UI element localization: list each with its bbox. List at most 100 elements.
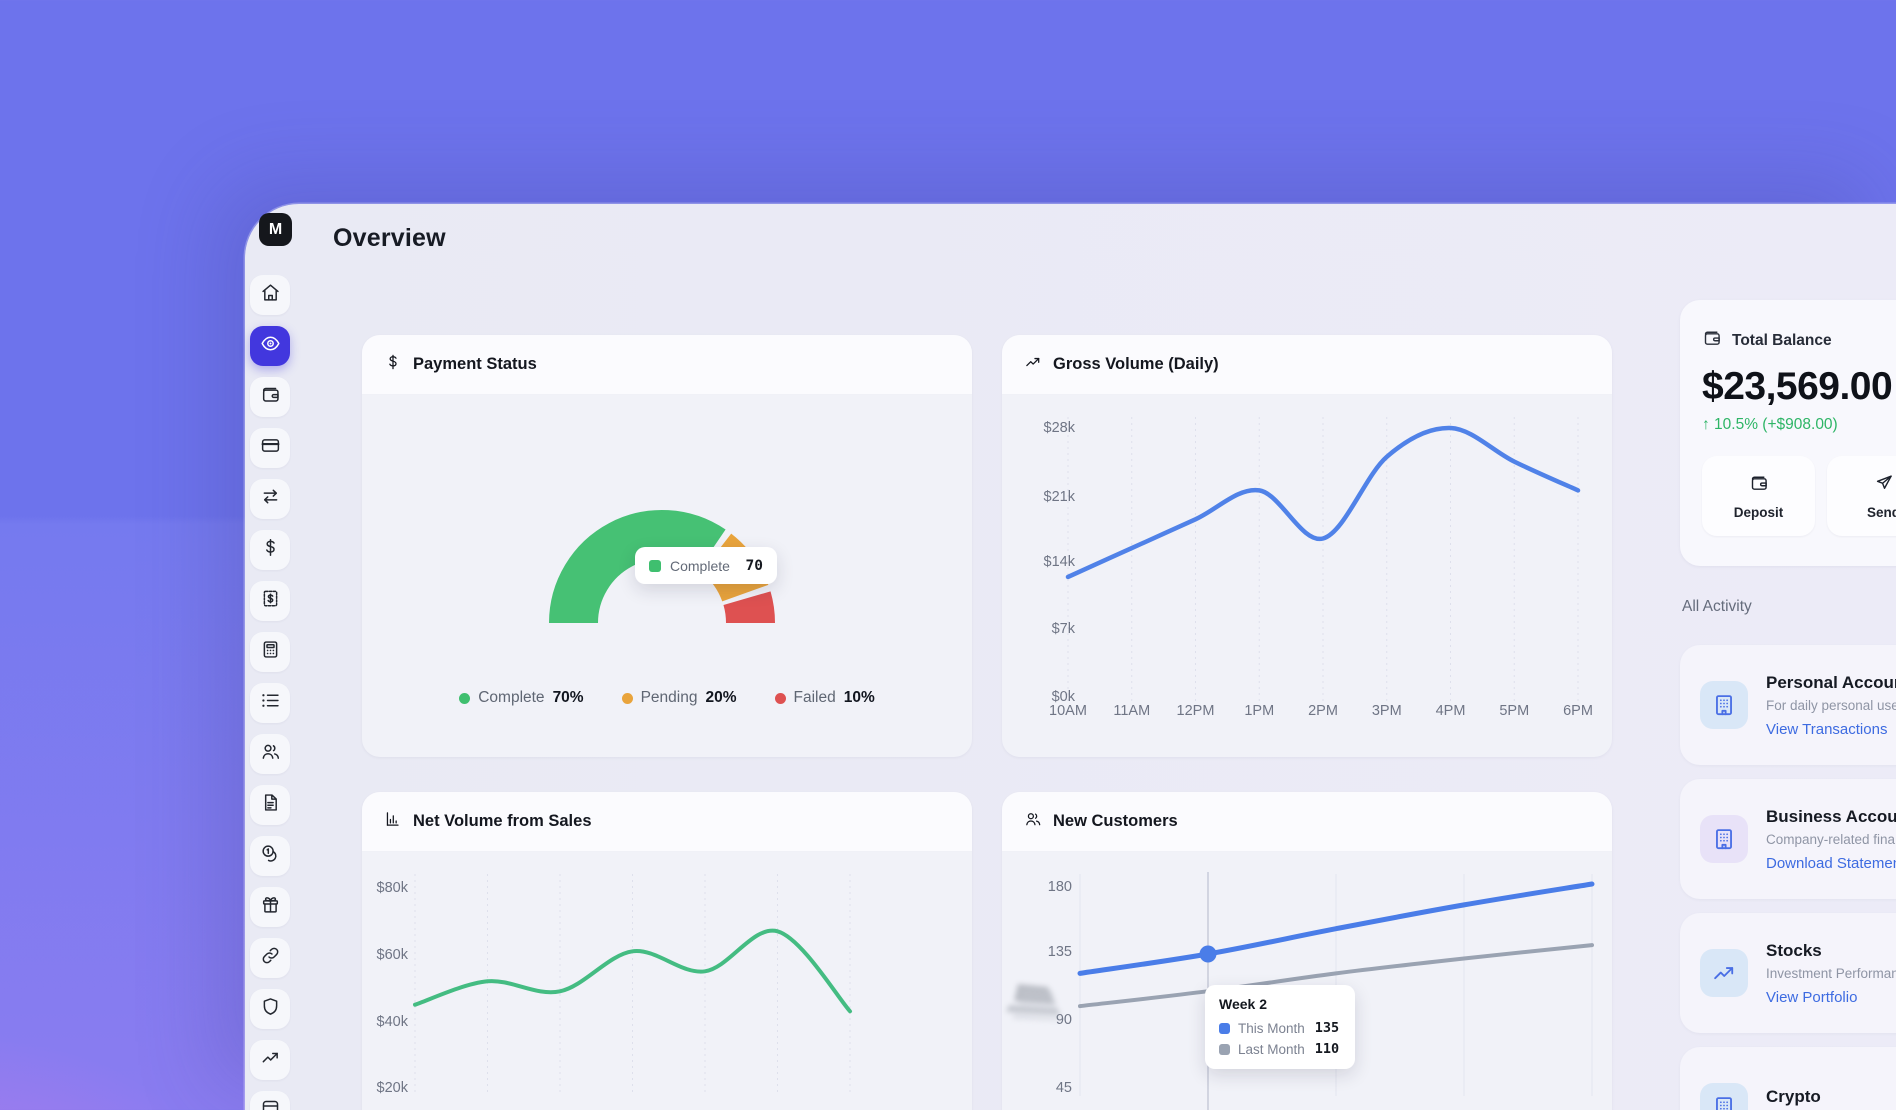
activity-title: Stocks xyxy=(1766,941,1896,961)
list-icon xyxy=(260,690,281,716)
calculator-icon xyxy=(260,639,281,665)
sidebar-item-document[interactable] xyxy=(250,785,290,825)
activity-card-personal-account[interactable]: Personal AccountFor daily personal useVi… xyxy=(1680,645,1896,765)
gauge-tooltip: Complete 70 xyxy=(635,547,777,584)
sidebar-item-eye[interactable] xyxy=(250,326,290,366)
legend-value: 70% xyxy=(553,689,584,707)
activity-link-stocks[interactable]: View Portfolio xyxy=(1766,989,1896,1006)
dashboard-panel: Overview Payment Status Complete 70 Comp… xyxy=(245,204,1896,1110)
sidebar-item-invoice[interactable] xyxy=(250,581,290,621)
activity-card-stocks[interactable]: Stocks Investment Performance View Portfol… xyxy=(1680,913,1896,1033)
new-customers-chart[interactable]: 1801359045 xyxy=(1002,852,1612,1110)
sidebar-item-list[interactable] xyxy=(250,683,290,723)
svg-text:45: 45 xyxy=(1056,1080,1072,1096)
tooltip-swatch xyxy=(649,560,661,572)
activity-link-business-account[interactable]: Download Statement xyxy=(1766,855,1896,872)
sidebar-item-coins[interactable] xyxy=(250,836,290,876)
app-logo: M xyxy=(259,213,292,246)
legend-label: Pending xyxy=(641,689,698,707)
svg-text:$60k: $60k xyxy=(377,947,409,963)
legend-dot xyxy=(775,693,786,704)
svg-text:10AM: 10AM xyxy=(1049,703,1087,719)
sidebar-item-home[interactable] xyxy=(250,275,290,315)
card-title: Payment Status xyxy=(413,355,537,374)
all-activity-heading: All Activity xyxy=(1682,598,1752,616)
sidebar-item-calculator[interactable] xyxy=(250,632,290,672)
trending-up-icon xyxy=(260,1047,281,1073)
send-button[interactable]: Send xyxy=(1827,456,1896,536)
building-icon xyxy=(1700,681,1748,729)
activity-card-business-account[interactable]: Business AccountCompany-related finances… xyxy=(1680,779,1896,899)
legend-item-failed[interactable]: Failed 10% xyxy=(775,689,875,707)
sidebar-item-link[interactable] xyxy=(250,938,290,978)
tooltip-row: Last Month 110 xyxy=(1219,1041,1341,1057)
sidebar-item-app-window[interactable] xyxy=(250,1091,290,1110)
activity-subtitle: Investment Performance xyxy=(1766,966,1896,981)
total-balance-amount: $23,569.00 xyxy=(1702,365,1896,409)
tooltip-swatch xyxy=(1219,1044,1230,1055)
net-volume-card: Net Volume from Sales $80k $60k $40k $20k xyxy=(362,792,972,1110)
eye-icon xyxy=(260,333,281,359)
card-title: New Customers xyxy=(1053,812,1178,831)
gross-volume-chart[interactable]: $28k$21k$14k$7k$0k10AM11AM12PM1PM2PM3PM4… xyxy=(1002,395,1612,757)
svg-text:$14k: $14k xyxy=(1044,554,1076,570)
net-volume-header: Net Volume from Sales xyxy=(362,792,972,852)
tooltip-swatch xyxy=(1219,1023,1230,1034)
sidebar-item-users[interactable] xyxy=(250,734,290,774)
sidebar-item-transfer[interactable] xyxy=(250,479,290,519)
payment-legend: Complete 70% Pending 20% Failed 10% xyxy=(362,689,972,707)
legend-label: Complete xyxy=(478,689,544,707)
new-customers-card: New Customers 1801359045 Week 2 This Mon… xyxy=(1002,792,1612,1110)
activity-title: Crypto xyxy=(1766,1087,1880,1107)
gross-volume-header: Gross Volume (Daily) xyxy=(1002,335,1612,395)
activity-card-crypto[interactable]: CryptoWallet & Exchange xyxy=(1680,1047,1896,1110)
deposit-button-label: Deposit xyxy=(1734,505,1784,520)
users-icon xyxy=(260,741,281,767)
tooltip-value: 135 xyxy=(1315,1020,1339,1036)
sidebar-item-shield[interactable] xyxy=(250,989,290,1029)
net-volume-chart[interactable]: $80k $60k $40k $20k xyxy=(362,852,972,1110)
wallet-icon xyxy=(1749,473,1769,498)
payment-status-chart[interactable]: Complete 70 Complete 70% Pending 20% Fai… xyxy=(362,395,972,757)
deposit-button[interactable]: Deposit xyxy=(1702,456,1815,536)
svg-text:$20k: $20k xyxy=(377,1080,409,1096)
payment-status-header: Payment Status xyxy=(362,335,972,395)
send-icon xyxy=(1874,473,1894,498)
app-window-icon xyxy=(260,1098,281,1110)
sidebar-item-credit-card[interactable] xyxy=(250,428,290,468)
svg-text:$40k: $40k xyxy=(377,1014,409,1030)
svg-text:3PM: 3PM xyxy=(1372,703,1402,719)
svg-text:135: 135 xyxy=(1048,944,1072,960)
send-button-label: Send xyxy=(1867,505,1896,520)
sidebar-item-dollar[interactable] xyxy=(250,530,290,570)
legend-value: 10% xyxy=(844,689,875,707)
users-icon xyxy=(1024,810,1042,833)
dollar-icon xyxy=(260,537,281,563)
sidebar-nav xyxy=(250,275,292,1110)
activity-subtitle: Company-related finances xyxy=(1766,832,1896,847)
home-icon xyxy=(260,282,281,308)
transfer-icon xyxy=(260,486,281,512)
sidebar-item-trending-up[interactable] xyxy=(250,1040,290,1080)
tooltip-title: Week 2 xyxy=(1219,996,1341,1012)
svg-text:$80k: $80k xyxy=(377,880,409,896)
tooltip-label: Last Month xyxy=(1238,1042,1305,1057)
sidebar-item-gift[interactable] xyxy=(250,887,290,927)
legend-item-pending[interactable]: Pending 20% xyxy=(622,689,737,707)
tooltip-value: 110 xyxy=(1315,1041,1339,1057)
activity-link-personal-account[interactable]: View Transactions xyxy=(1766,721,1896,738)
new-customers-header: New Customers xyxy=(1002,792,1612,852)
sidebar-item-wallet[interactable] xyxy=(250,377,290,417)
svg-text:11AM: 11AM xyxy=(1113,703,1150,719)
legend-dot xyxy=(622,693,633,704)
wallet-icon xyxy=(1702,328,1722,353)
card-title: Net Volume from Sales xyxy=(413,812,592,831)
wallet-icon xyxy=(260,384,281,410)
building-icon xyxy=(1700,1083,1748,1110)
tooltip-label: This Month xyxy=(1238,1021,1305,1036)
building-icon xyxy=(1700,815,1748,863)
svg-text:5PM: 5PM xyxy=(1499,703,1529,719)
tooltip-row: This Month 135 xyxy=(1219,1020,1341,1036)
svg-text:12PM: 12PM xyxy=(1177,703,1215,719)
legend-item-complete[interactable]: Complete 70% xyxy=(459,689,583,707)
